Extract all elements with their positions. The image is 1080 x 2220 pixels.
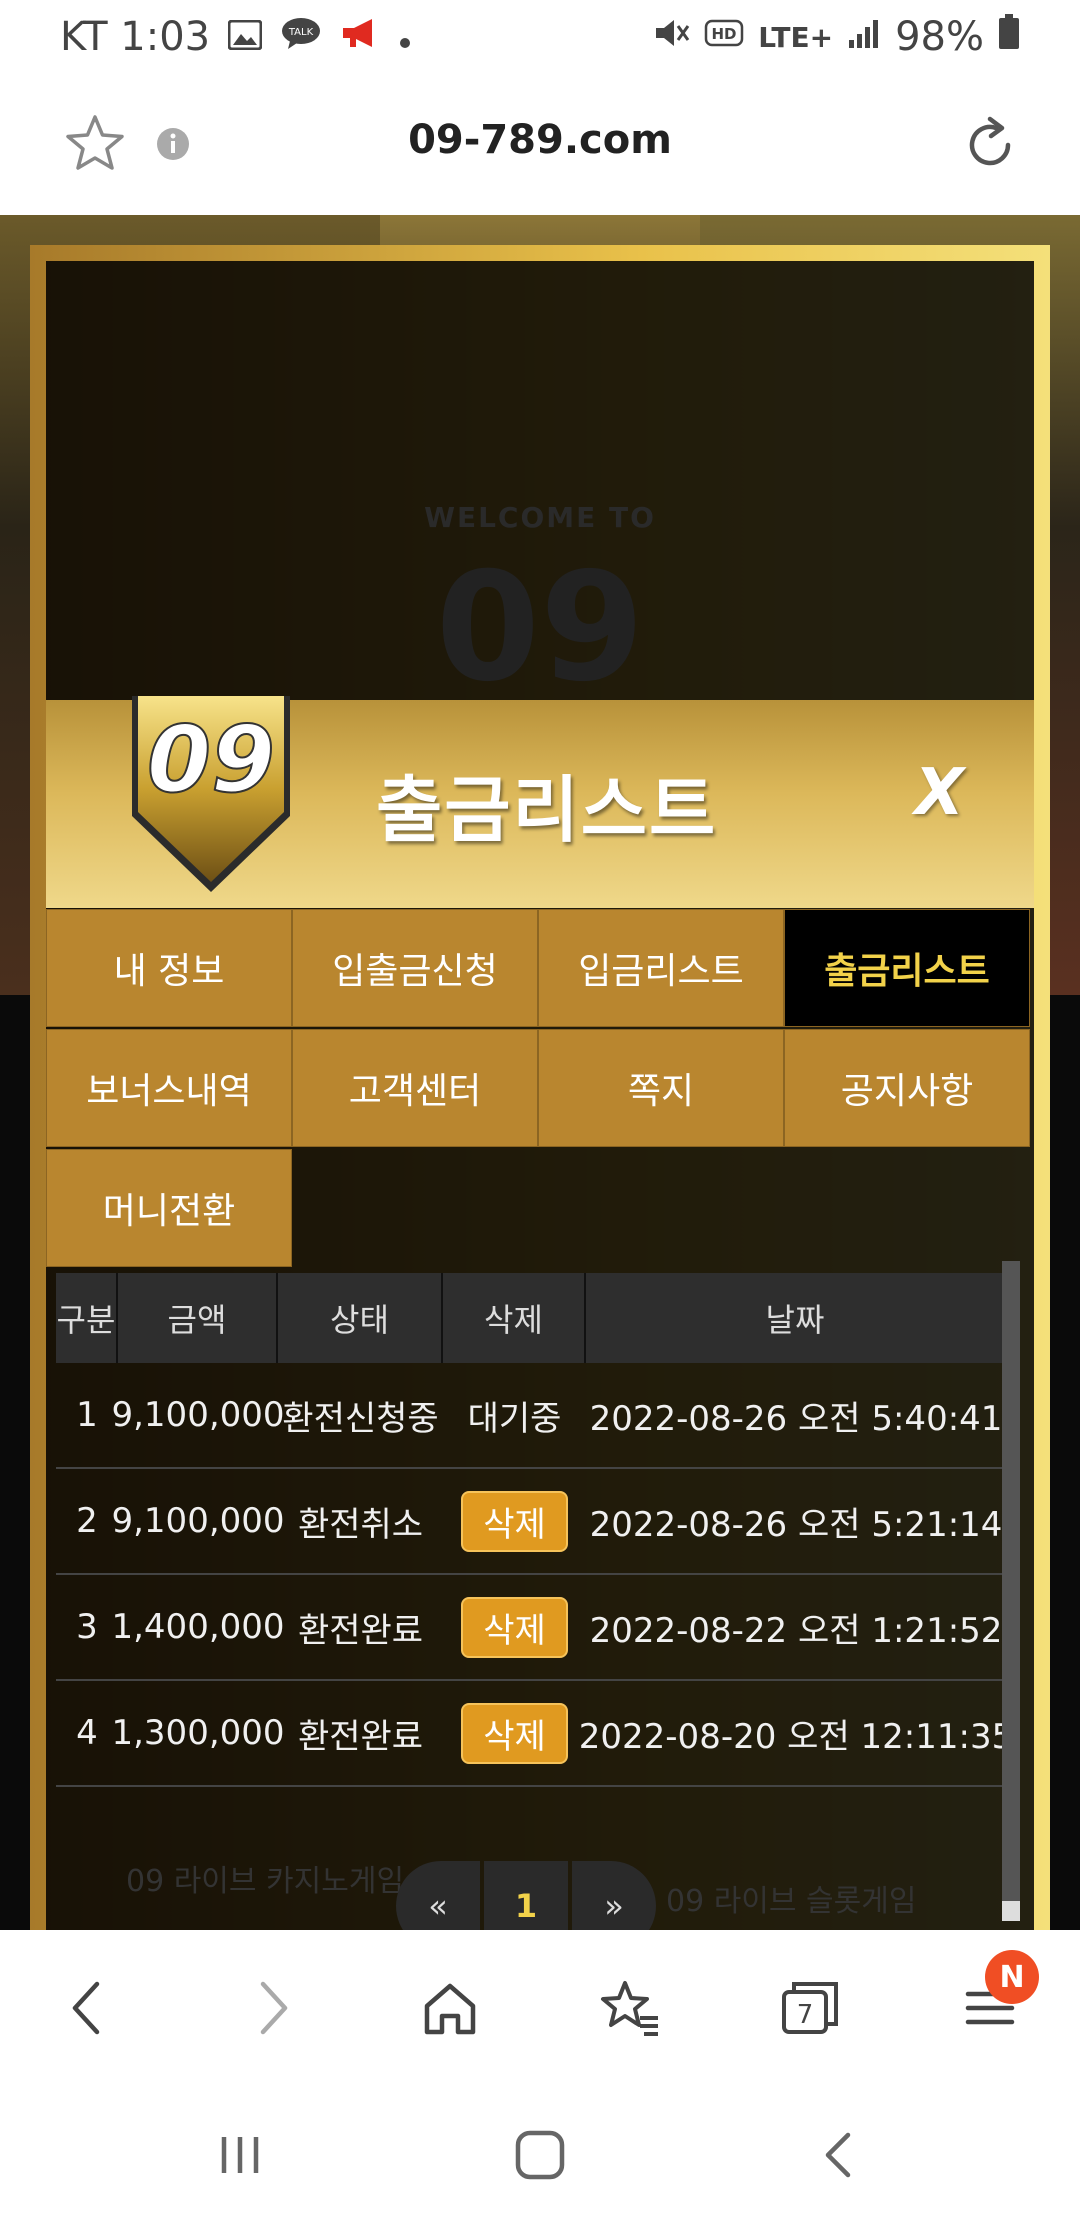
hd-voice-icon: HD — [704, 14, 744, 60]
table-header: 구분 금액 상태 삭제 날짜 — [56, 1273, 1006, 1363]
url-text[interactable]: 09-789.com — [0, 117, 1080, 163]
row-delete-cell: 삭제 — [443, 1681, 586, 1785]
home-button-icon[interactable] — [500, 2120, 580, 2190]
row-date: 2022-08-20 오전 12:11:35 — [578, 1716, 1014, 1757]
row-amount: 1,300,000 — [111, 1713, 285, 1753]
row-pending-label: 대기중 — [467, 1398, 562, 1439]
pagination: « 1 » — [396, 1861, 656, 1930]
close-button[interactable]: X — [915, 756, 964, 830]
scrollbar-track[interactable] — [1002, 1261, 1020, 1921]
delete-button[interactable]: 삭제 — [461, 1596, 568, 1658]
tab-money-transfer[interactable]: 머니전환 — [46, 1149, 292, 1267]
back-icon[interactable] — [48, 1968, 128, 2048]
welcome-text: WELCOME TO — [424, 501, 656, 534]
table-row: 3 1,400,000 환전완료 삭제 2022-08-22 오전 1:21:5… — [56, 1575, 1006, 1681]
table-row: 1 9,100,000 환전신청중 대기중 2022-08-26 오전 5:40… — [56, 1363, 1006, 1469]
battery-percent: 98% — [895, 14, 984, 60]
welcome-logo-text: 09 — [435, 541, 645, 715]
tab-withdrawal-list[interactable]: 출금리스트 — [784, 909, 1030, 1027]
row-status: 환전완료 — [297, 1716, 424, 1757]
row-amount: 9,100,000 — [111, 1395, 285, 1435]
row-date: 2022-08-22 오전 1:21:52 — [589, 1610, 1003, 1651]
browser-bottom-bar: 7 N — [0, 1930, 1080, 2080]
tab-bonus-history[interactable]: 보너스내역 — [46, 1029, 292, 1147]
tab-messages[interactable]: 쪽지 — [538, 1029, 784, 1147]
tab-customer-center[interactable]: 고객센터 — [292, 1029, 538, 1147]
android-nav-bar — [0, 2080, 1080, 2220]
home-icon[interactable] — [410, 1968, 490, 2048]
header-delete: 삭제 — [443, 1273, 586, 1363]
mute-icon — [652, 14, 690, 60]
tab-notices[interactable]: 공지사항 — [784, 1029, 1030, 1147]
next-page-button[interactable]: » — [572, 1861, 656, 1930]
row-date: 2022-08-26 오전 5:40:41 — [589, 1398, 1003, 1439]
carrier-time: KT 1:03 — [60, 14, 211, 60]
withdrawal-list-modal: WELCOME TO 09 09 출금리스트 X 내 정보 입출금신청 입금리스… — [30, 245, 1050, 1930]
modal-body: WELCOME TO 09 09 출금리스트 X 내 정보 입출금신청 입금리스… — [46, 261, 1034, 1930]
recent-apps-icon[interactable] — [200, 2120, 280, 2190]
row-status: 환전취소 — [297, 1504, 424, 1545]
row-no: 3 — [76, 1607, 98, 1647]
tabs-count: 7 — [797, 2000, 814, 2030]
row-no: 2 — [76, 1501, 98, 1541]
header-date: 날짜 — [586, 1273, 1006, 1363]
system-back-icon[interactable] — [800, 2120, 880, 2190]
row-date: 2022-08-26 오전 5:21:14 — [589, 1504, 1003, 1545]
scrollbar-thumb[interactable] — [1002, 1901, 1020, 1921]
menu-notification-badge: N — [985, 1950, 1039, 2004]
prev-page-button[interactable]: « — [396, 1861, 480, 1930]
tabs-icon[interactable]: 7 — [770, 1968, 850, 2048]
header-amount: 금액 — [118, 1273, 278, 1363]
table-row: 2 9,100,000 환전취소 삭제 2022-08-26 오전 5:21:1… — [56, 1469, 1006, 1575]
tab-my-info[interactable]: 내 정보 — [46, 909, 292, 1027]
signal-icon — [847, 14, 881, 60]
live-casino-banner-text: 09 라이브 카지노게임 — [126, 1864, 405, 1899]
table-row: 4 1,300,000 환전완료 삭제 2022-08-20 오전 12:11:… — [56, 1681, 1014, 1787]
delete-button[interactable]: 삭제 — [461, 1702, 568, 1764]
row-delete-cell: 삭제 — [443, 1469, 586, 1573]
gallery-icon — [227, 14, 263, 60]
row-delete-cell: 삭제 — [443, 1575, 586, 1679]
tab-deposit-list[interactable]: 입금리스트 — [538, 909, 784, 1027]
bookmarks-icon[interactable] — [590, 1968, 670, 2048]
page-1-button[interactable]: 1 — [484, 1861, 568, 1930]
row-no: 1 — [76, 1395, 98, 1435]
header-status: 상태 — [278, 1273, 443, 1363]
dot-icon — [398, 14, 412, 60]
live-slot-banner-text: 09 라이브 슬롯게임 — [666, 1884, 917, 1919]
network-type: LTE+ — [758, 20, 834, 54]
megaphone-icon — [340, 14, 380, 60]
reload-icon[interactable] — [960, 115, 1020, 179]
row-no: 4 — [76, 1713, 98, 1753]
row-status: 환전신청중 — [282, 1398, 439, 1439]
withdrawal-table: 구분 금액 상태 삭제 날짜 1 9,100,000 환전신청중 대기중 202… — [56, 1273, 1014, 1787]
battery-icon — [998, 14, 1020, 60]
modal-title: 출금리스트 — [376, 768, 718, 852]
header-no: 구분 — [56, 1273, 118, 1363]
09-logo-shield: 09 — [132, 696, 290, 892]
svg-text:HD: HD — [712, 25, 737, 43]
forward-icon[interactable] — [232, 1968, 312, 2048]
browser-url-bar: 09-789.com — [0, 75, 1080, 217]
delete-button[interactable]: 삭제 — [461, 1490, 568, 1552]
row-amount: 9,100,000 — [111, 1501, 285, 1541]
row-amount: 1,400,000 — [111, 1607, 285, 1647]
status-bar: KT 1:03 TALK HD LTE+ 98% — [0, 0, 1080, 75]
row-status: 환전완료 — [297, 1610, 424, 1651]
logo-text: 09 — [147, 706, 275, 813]
svg-text:TALK: TALK — [288, 27, 314, 38]
talk-icon: TALK — [280, 14, 322, 60]
tab-deposit-withdraw-request[interactable]: 입출금신청 — [292, 909, 538, 1027]
